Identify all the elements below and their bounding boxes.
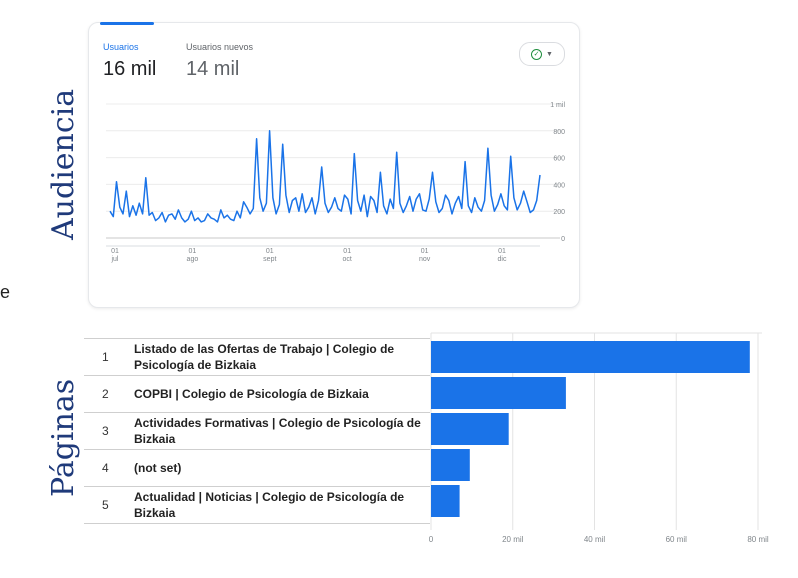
bar <box>431 341 750 373</box>
x-tick-label: 80 mil <box>747 535 769 544</box>
pages-bar-chart: 0 20 mil 40 mil 60 mil 80 mil <box>429 332 769 544</box>
bar <box>431 413 509 445</box>
bar <box>431 449 470 481</box>
x-tick-label: 20 mil <box>502 535 524 544</box>
x-tick-label: 60 mil <box>666 535 688 544</box>
bar <box>431 377 566 409</box>
x-tick-label: 0 <box>429 535 434 544</box>
x-tick-label: 40 mil <box>584 535 606 544</box>
bar <box>431 485 460 517</box>
